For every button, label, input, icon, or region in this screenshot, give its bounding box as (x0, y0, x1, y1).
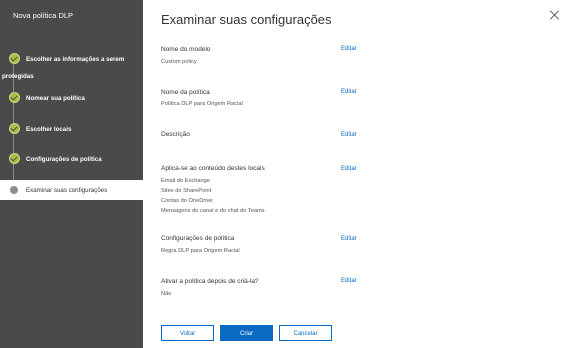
check-circle-icon (9, 53, 20, 64)
create-button[interactable]: Criar (220, 325, 273, 341)
close-icon[interactable] (549, 9, 561, 21)
section-value: Email do Exchange (161, 178, 211, 184)
section-value: Custom policy (161, 59, 197, 65)
edit-locations-link[interactable]: Editar (341, 166, 357, 172)
step-connector (13, 103, 14, 123)
section-label-locations: Aplica-se ao conteúdo destes locais (161, 165, 265, 172)
edit-policy-name-link[interactable]: Editar (341, 89, 357, 95)
step-name-policy[interactable]: Nomear sua política (0, 92, 143, 106)
section-value: Mensagens do canal e do chat do Teams (161, 208, 265, 214)
step-review-settings[interactable]: Examinar suas configurações (0, 180, 143, 200)
step-label: Configurações de política (26, 156, 102, 163)
wizard-title: Nova política DLP (13, 11, 74, 20)
edit-policy-settings-link[interactable]: Editar (341, 236, 357, 242)
section-values-template-name: Custom policy (161, 57, 197, 67)
cancel-button[interactable]: Cancelar (279, 325, 332, 341)
current-step-icon (10, 186, 18, 194)
step-label: Escolher locais (26, 126, 72, 133)
section-value: Não (161, 291, 172, 297)
page-title: Examinar suas configurações (161, 12, 332, 27)
step-connector (13, 134, 14, 154)
edit-description-link[interactable]: Editar (341, 132, 357, 138)
check-circle-icon (9, 92, 20, 103)
step-label: Examinar suas configurações (26, 187, 108, 194)
section-value: Política DLP para Origem Racial (161, 101, 243, 107)
section-values-locations: Email do Exchange Sites do SharePoint Co… (161, 176, 265, 216)
edit-activate-link[interactable]: Editar (341, 278, 357, 284)
wizard-sidebar: Nova política DLP Escolher as informaçõe… (0, 0, 143, 348)
section-value: Sites do SharePoint (161, 188, 212, 194)
section-label-template-name: Nome do modelo (161, 46, 211, 53)
section-label-activate: Ativar a política depois de criá-la? (161, 278, 259, 285)
step-choose-info[interactable]: Escolher as informações a serem protegid… (0, 52, 143, 82)
section-label-policy-settings: Configurações de política (161, 235, 235, 242)
back-button[interactable]: Voltar (161, 325, 214, 341)
section-label-policy-name: Nome da política (161, 89, 210, 96)
section-value: Regra DLP para Origem Racial (161, 248, 240, 254)
edit-template-name-link[interactable]: Editar (341, 46, 357, 52)
section-values-activate: Não (161, 289, 171, 299)
step-label-continued: protegidas (2, 73, 34, 80)
step-label: Escolher as informações a serem (26, 56, 125, 63)
section-values-policy-settings: Regra DLP para Origem Racial (161, 246, 240, 256)
check-circle-icon (9, 153, 20, 164)
section-label-description: Descrição (161, 131, 190, 138)
section-values-policy-name: Política DLP para Origem Racial (161, 99, 243, 109)
step-label: Nomear sua política (26, 95, 85, 102)
step-choose-locations[interactable]: Escolher locais (0, 123, 143, 137)
section-value: Contas do OneDrive (161, 198, 213, 204)
step-policy-settings[interactable]: Configurações de política (0, 153, 143, 167)
check-circle-icon (9, 123, 20, 134)
